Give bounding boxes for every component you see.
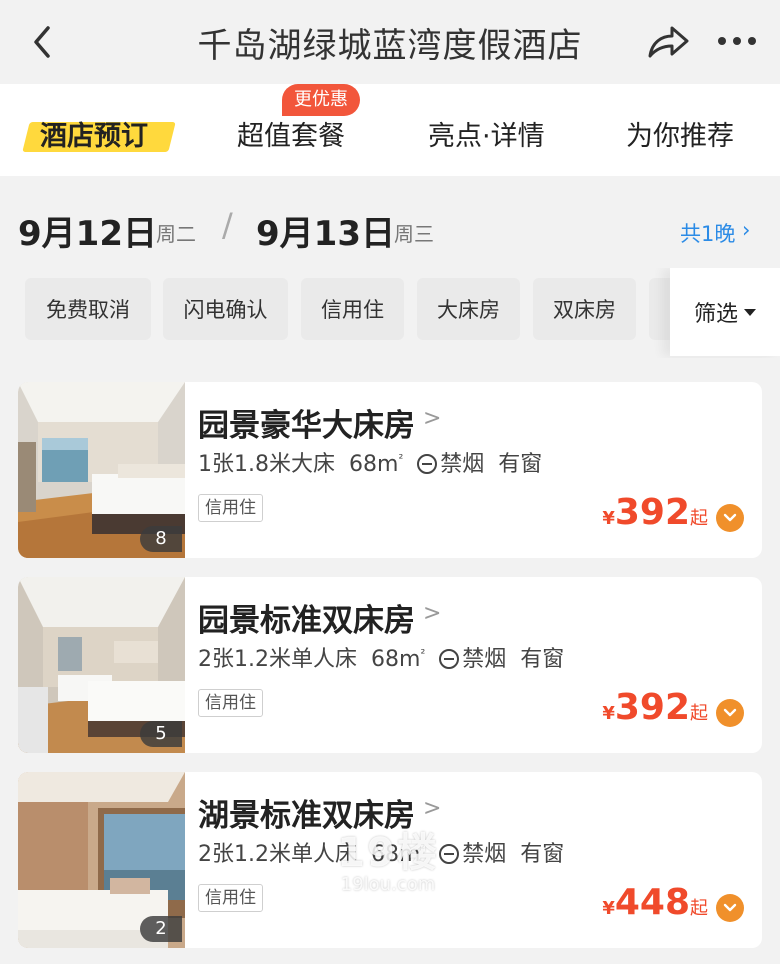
- smoking-policy: 禁烟: [440, 452, 485, 477]
- photo-count: 5: [140, 721, 182, 747]
- watermark-logo: 19楼: [337, 830, 439, 876]
- filter-bar: 免费取消 闪电确认 信用住 大床房 双床房 筛选: [0, 268, 780, 358]
- room-price: ¥392起: [602, 687, 708, 728]
- room-name[interactable]: 园景豪华大床房: [198, 400, 415, 445]
- window-info: 有窗: [498, 452, 543, 477]
- top-nav-bar: 千岛湖绿城蓝湾度假酒店: [0, 0, 780, 84]
- more-dot: [718, 37, 726, 45]
- chevron-down-icon: [723, 513, 737, 522]
- currency-symbol: ¥: [602, 898, 615, 919]
- room-specs: 1张1.8米大床 68m² 禁烟 有窗: [198, 446, 542, 478]
- checkout-weekday: 周三: [394, 222, 434, 246]
- room-name[interactable]: 园景标准双床房: [198, 595, 415, 640]
- no-smoking-icon: [417, 454, 438, 474]
- more-dot: [733, 37, 741, 45]
- expand-price-button[interactable]: [716, 894, 744, 922]
- filter-chip-credit-stay[interactable]: 信用住: [301, 278, 404, 340]
- tab-label: 亮点·详情: [428, 121, 545, 152]
- no-smoking-icon: [439, 649, 460, 669]
- area-unit: ²: [398, 451, 404, 466]
- window-info: 有窗: [520, 842, 565, 867]
- price-amount: 392: [614, 687, 690, 728]
- price-suffix: 起: [690, 703, 708, 724]
- chevron-right-icon: >: [423, 406, 442, 431]
- area-unit: ²: [420, 646, 426, 661]
- filter-button[interactable]: 筛选: [670, 268, 780, 356]
- price-suffix: 起: [690, 898, 708, 919]
- chevron-right-icon: ›: [742, 218, 751, 242]
- date-selector[interactable]: 9月12日 周二 / 9月13日 周三 共1晚 ›: [0, 176, 780, 268]
- more-dot: [748, 37, 756, 45]
- photo-count: 2: [140, 916, 182, 942]
- price-amount: 448: [614, 882, 690, 923]
- room-area: 68m: [349, 452, 399, 477]
- bed-info: 2张1.2米单人床: [198, 647, 357, 672]
- filter-chip-free-cancel[interactable]: 免费取消: [25, 278, 151, 340]
- room-area: 68m: [371, 647, 421, 672]
- filter-label: 筛选: [693, 302, 738, 327]
- tab-bar: 酒店预订 超值套餐 更优惠 亮点·详情 为你推荐: [0, 84, 780, 176]
- checkout-date[interactable]: 9月13日: [256, 206, 395, 255]
- smoking-policy: 禁烟: [462, 647, 507, 672]
- price-amount: 392: [614, 492, 690, 533]
- credit-stay-tag: 信用住: [198, 689, 263, 717]
- room-specs: 2张1.2米单人床 68m² 禁烟 有窗: [198, 641, 564, 673]
- currency-symbol: ¥: [602, 508, 615, 529]
- caret-down-icon: [744, 308, 756, 316]
- date-separator: /: [222, 206, 233, 244]
- site-watermark: 19楼 19lou.com: [318, 820, 458, 896]
- room-photo[interactable]: 5: [18, 577, 185, 753]
- tab-value-packages[interactable]: 超值套餐: [237, 114, 345, 153]
- room-photo[interactable]: 2: [18, 772, 185, 948]
- currency-symbol: ¥: [602, 703, 615, 724]
- tab-recommendations[interactable]: 为你推荐: [626, 114, 734, 153]
- tab-label: 酒店预订: [40, 121, 148, 152]
- tab-label: 超值套餐: [237, 121, 345, 152]
- tab-hotel-booking[interactable]: 酒店预订: [22, 114, 176, 153]
- price-suffix: 起: [690, 508, 708, 529]
- expand-price-button[interactable]: [716, 699, 744, 727]
- chevron-right-icon: >: [423, 796, 442, 821]
- credit-stay-tag: 信用住: [198, 884, 263, 912]
- room-card[interactable]: 5 园景标准双床房 > 2张1.2米单人床 68m² 禁烟 有窗 信用住 ¥39…: [18, 577, 762, 753]
- chevron-down-icon: [723, 903, 737, 912]
- room-price: ¥448起: [602, 882, 708, 923]
- room-price: ¥392起: [602, 492, 708, 533]
- bed-info: 1张1.8米大床: [198, 452, 335, 477]
- share-button[interactable]: [644, 20, 692, 64]
- tab-label: 为你推荐: [626, 121, 734, 152]
- chevron-right-icon: >: [423, 601, 442, 626]
- checkin-date[interactable]: 9月12日: [18, 206, 157, 255]
- filter-chip-twin-bed[interactable]: 双床房: [533, 278, 636, 340]
- chevron-down-icon: [723, 708, 737, 717]
- photo-count: 8: [140, 526, 182, 552]
- room-photo[interactable]: 8: [18, 382, 185, 558]
- checkin-weekday: 周二: [156, 222, 196, 246]
- tab-highlights-details[interactable]: 亮点·详情: [428, 114, 545, 153]
- expand-price-button[interactable]: [716, 504, 744, 532]
- more-button[interactable]: [712, 26, 762, 56]
- nights-count[interactable]: 共1晚: [680, 218, 735, 248]
- share-icon: [648, 26, 689, 58]
- filter-chip-instant-confirm[interactable]: 闪电确认: [163, 278, 288, 340]
- credit-stay-tag: 信用住: [198, 494, 263, 522]
- promo-badge: 更优惠: [282, 84, 360, 116]
- smoking-policy: 禁烟: [462, 842, 507, 867]
- window-info: 有窗: [520, 647, 565, 672]
- filter-chip-king-bed[interactable]: 大床房: [417, 278, 520, 340]
- room-card[interactable]: 8 园景豪华大床房 > 1张1.8米大床 68m² 禁烟 有窗 信用住 ¥392…: [18, 382, 762, 558]
